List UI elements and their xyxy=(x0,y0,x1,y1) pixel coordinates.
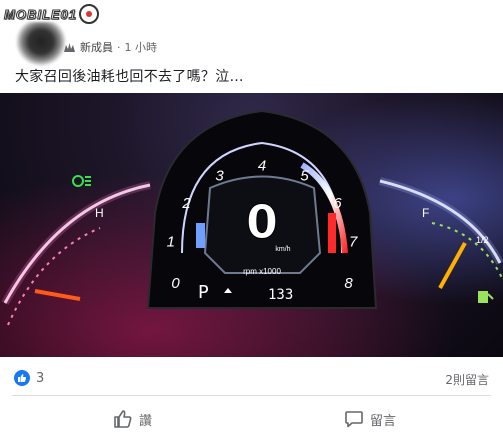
post-caption: 大家召回後油耗也回不去了嗎？泣… xyxy=(15,69,244,85)
reaction-count: 3 xyxy=(36,370,45,386)
site-logo[interactable]: MOBILE01 xyxy=(3,4,100,24)
action-divider xyxy=(12,395,491,396)
thumbs-up-icon xyxy=(114,410,132,428)
meta-separator: · xyxy=(117,40,121,54)
rpm-tick-5: 5 xyxy=(300,168,309,185)
like-button-label: 讚 xyxy=(139,413,153,429)
post-meta: 新成員 · 1 小時 xyxy=(63,39,157,55)
dashboard-image: H F 1/2 012345678 0 km/h rpm x1000 P 133 xyxy=(0,93,503,357)
temp-high-label: H xyxy=(95,206,104,220)
rpm-tick-0: 0 xyxy=(171,275,180,292)
comment-button-label: 留言 xyxy=(370,413,397,429)
blurred-avatar[interactable] xyxy=(16,22,66,66)
rpm-tick-4: 4 xyxy=(258,158,266,175)
logo-text: MOBILE01 xyxy=(3,6,78,22)
like-button[interactable]: 讚 xyxy=(113,408,152,430)
comment-bubble-icon xyxy=(345,411,363,428)
fuel-full-label: F xyxy=(422,206,429,220)
fuel-half-label: 1/2 xyxy=(476,235,489,245)
speed-unit: km/h xyxy=(275,246,290,253)
post-time[interactable]: 1 小時 xyxy=(125,39,158,55)
post-photo[interactable]: H F 1/2 012345678 0 km/h rpm x1000 P 133 xyxy=(0,93,503,357)
odometer-value: 133 xyxy=(268,287,293,303)
rpm-tick-2: 2 xyxy=(181,195,191,212)
like-reaction-icon xyxy=(14,370,30,386)
speed-value: 0 xyxy=(246,195,278,249)
new-member-badge-icon xyxy=(64,42,75,52)
reaction-summary[interactable]: 3 xyxy=(14,370,44,386)
comment-count-link[interactable]: 2則留言 xyxy=(445,371,489,388)
gear-indicator: P xyxy=(198,282,209,303)
rpm-tick-6: 6 xyxy=(333,195,342,212)
comment-button[interactable]: 留言 xyxy=(344,408,396,430)
rpm-tick-8: 8 xyxy=(344,275,353,292)
rpm-tick-7: 7 xyxy=(349,234,358,251)
rpm-scale-label: rpm x1000 xyxy=(243,267,281,276)
author-badge[interactable]: 新成員 xyxy=(80,39,113,55)
logo-mark-icon xyxy=(79,4,100,24)
rpm-tick-1: 1 xyxy=(167,234,175,251)
